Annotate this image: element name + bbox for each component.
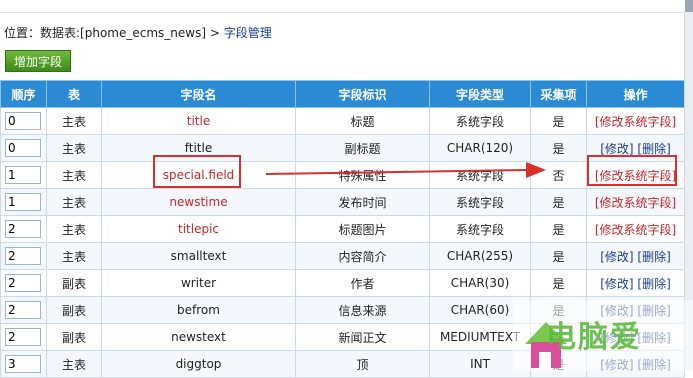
watermark-text: 电脑爱 [546,320,642,355]
